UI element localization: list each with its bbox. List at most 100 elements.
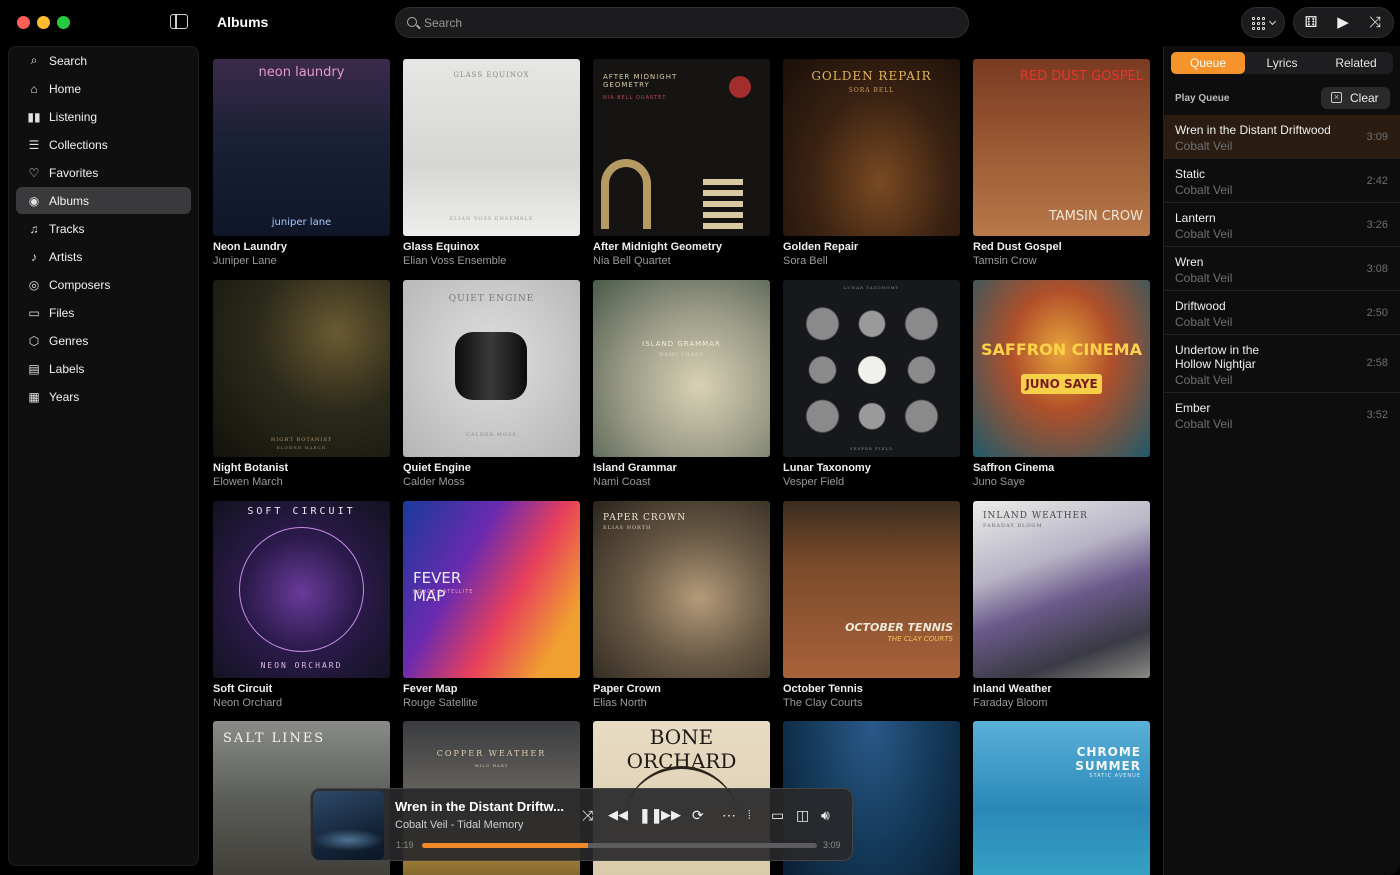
album-title: Paper Crown	[593, 683, 661, 695]
sidebar-item-label: Collections	[49, 137, 108, 152]
more-options-icon[interactable]: ⋯	[722, 807, 736, 823]
sidebar-item-years[interactable]: ▦ Years	[16, 383, 191, 410]
play-queue-label: Play Queue	[1175, 93, 1230, 104]
album-card[interactable]: QUIET ENGINE CALDER MOSS Quiet Engine Ca…	[403, 280, 580, 488]
sidebar-item-search[interactable]: ⌕ Search	[16, 47, 191, 74]
queue-item[interactable]: Driftwood Cobalt Veil 2:50	[1164, 291, 1400, 335]
album-title: Fever Map	[403, 683, 458, 695]
album-card[interactable]: SAFFRON CINEMA JUNO SAYE Saffron Cinema …	[973, 280, 1150, 488]
album-card[interactable]: PAPER CROWN ELIAS NORTH Paper Crown Elia…	[593, 501, 770, 709]
album-cover[interactable]: LUNAR TAXONOMY VESPER FIELD	[783, 280, 960, 457]
album-card[interactable]: ISLAND GRAMMAR NAMI COAST Island Grammar…	[593, 280, 770, 488]
queue-item[interactable]: Lantern Cobalt Veil 3:26	[1164, 203, 1400, 247]
tab-lyrics[interactable]: Lyrics	[1245, 52, 1319, 74]
search-input[interactable]	[424, 8, 954, 37]
now-playing-subtitle: Cobalt Veil - Tidal Memory	[395, 819, 524, 831]
album-card[interactable]: AFTER MIDNIGHT GEOMETRY NIA BELL QUARTET…	[593, 59, 770, 267]
volume-icon[interactable]: 🔊︎	[821, 807, 830, 823]
queue-item[interactable]: Wren Cobalt Veil 3:08	[1164, 247, 1400, 291]
cover-title: GLASS EQUINOX	[453, 71, 530, 79]
search-bar[interactable]	[395, 7, 969, 38]
mini-window-icon[interactable]: ▭	[771, 807, 784, 823]
album-card[interactable]: FEVER MAP ROUGE SATELLITE Fever Map Roug…	[403, 501, 580, 709]
album-card[interactable]: GLASS EQUINOX ELIAN VOSS ENSEMBLE Glass …	[403, 59, 580, 267]
album-card[interactable]: NIGHT BOTANIST ELOWEN MARCH Night Botani…	[213, 280, 390, 488]
album-cover[interactable]: NIGHT BOTANIST ELOWEN MARCH	[213, 280, 390, 457]
album-card[interactable]: OCTOBER TENNIS THE CLAY COURTS October T…	[783, 501, 960, 709]
waveform-icon[interactable]: ⦙	[748, 807, 751, 823]
sidebar-item-label: Albums	[49, 193, 90, 208]
album-cover[interactable]: INLAND WEATHER FARADAY BLOOM	[973, 501, 1150, 678]
minimize-window-button[interactable]	[37, 16, 50, 29]
sidebar-item-listening[interactable]: ▮▮ Listening	[16, 103, 191, 130]
grid-view-icon	[1252, 17, 1265, 30]
heart-icon: ♡	[28, 165, 40, 180]
sidebar-item-tracks[interactable]: ♫ Tracks	[16, 215, 191, 242]
album-cover[interactable]: PAPER CROWN ELIAS NORTH	[593, 501, 770, 678]
album-cover[interactable]: CHROME SUMMER STATIC AVENUE	[973, 721, 1150, 875]
album-card[interactable]: CHROME SUMMER STATIC AVENUE	[973, 721, 1150, 875]
music-note-icon: ♫	[29, 221, 39, 236]
pause-icon[interactable]: ❚❚	[639, 807, 662, 823]
album-cover[interactable]: AFTER MIDNIGHT GEOMETRY NIA BELL QUARTET	[593, 59, 770, 236]
play-icon[interactable]: ▶	[1333, 14, 1353, 32]
album-cover[interactable]: SOFT CIRCUIT NEON ORCHARD	[213, 501, 390, 678]
album-cover[interactable]: FEVER MAP ROUGE SATELLITE	[403, 501, 580, 678]
album-artist: Juniper Lane	[213, 255, 277, 267]
queue-item[interactable]: Ember Cobalt Veil 3:52	[1164, 393, 1400, 437]
sidebar-item-composers[interactable]: ◎ Composers	[16, 271, 191, 298]
progress-bar[interactable]	[422, 843, 817, 848]
album-cover[interactable]: OCTOBER TENNIS THE CLAY COURTS	[783, 501, 960, 678]
shuffle-icon[interactable]: ⤨	[582, 807, 593, 823]
sidebar-item-home[interactable]: ⌂ Home	[16, 75, 191, 102]
queue-item[interactable]: Static Cobalt Veil 2:42	[1164, 159, 1400, 203]
shuffle-icon[interactable]: ⤨	[1365, 14, 1385, 32]
album-cover[interactable]: ISLAND GRAMMAR NAMI COAST	[593, 280, 770, 457]
album-cover[interactable]: neon laundry juniper lane	[213, 59, 390, 236]
cover-title: GOLDEN REPAIR	[811, 69, 932, 83]
clear-queue-button[interactable]: × Clear	[1321, 87, 1390, 109]
queue-item[interactable]: Wren in the Distant Driftwood Cobalt Vei…	[1164, 115, 1400, 159]
zoom-window-button[interactable]	[57, 16, 70, 29]
sidebar-item-label: Artists	[49, 249, 83, 264]
next-track-icon[interactable]: ▶▶	[661, 807, 681, 823]
sidebar-toggle-icon[interactable]	[170, 14, 188, 29]
album-title: Glass Equinox	[403, 241, 480, 253]
sidebar-item-favorites[interactable]: ♡ Favorites	[16, 159, 191, 186]
album-card[interactable]: INLAND WEATHER FARADAY BLOOM Inland Weat…	[973, 501, 1150, 709]
view-mode-button[interactable]	[1241, 7, 1285, 38]
sidebar-item-collections[interactable]: ☰ Collections	[16, 131, 191, 158]
album-card[interactable]: LUNAR TAXONOMY VESPER FIELD Lunar Taxono…	[783, 280, 960, 488]
sidebar-item-label: Years	[49, 389, 80, 404]
search-icon	[407, 17, 417, 27]
now-playing-artwork[interactable]	[313, 791, 384, 860]
sidebar-item-albums[interactable]: ◉ Albums	[16, 187, 191, 214]
album-cover[interactable]: GLASS EQUINOX ELIAN VOSS ENSEMBLE	[403, 59, 580, 236]
tab-queue[interactable]: Queue	[1171, 52, 1245, 74]
album-cover[interactable]: GOLDEN REPAIR SORA BELL	[783, 59, 960, 236]
sidebar-panel-icon[interactable]: ◫	[796, 807, 809, 823]
album-cover[interactable]: RED DUST GOSPEL TAMSIN CROW	[973, 59, 1150, 236]
sidebar-item-files[interactable]: ▭ Files	[16, 299, 191, 326]
sidebar-item-labels[interactable]: ▤ Labels	[16, 355, 191, 382]
album-card[interactable]: SOFT CIRCUIT NEON ORCHARD Soft Circuit N…	[213, 501, 390, 709]
album-cover[interactable]: QUIET ENGINE CALDER MOSS	[403, 280, 580, 457]
sidebar-item-genres[interactable]: ⬡ Genres	[16, 327, 191, 354]
cover-title: SALT LINES	[223, 731, 326, 746]
queue-item-artist: Cobalt Veil	[1175, 417, 1233, 431]
close-window-button[interactable]	[17, 16, 30, 29]
sidebar-item-artists[interactable]: ♪ Artists	[16, 243, 191, 270]
tab-related[interactable]: Related	[1319, 52, 1393, 74]
repeat-icon[interactable]: ⟳	[692, 807, 704, 823]
label-icon: ▤	[28, 361, 40, 376]
cover-subtitle: SORA BELL	[848, 87, 895, 94]
album-cover[interactable]: SAFFRON CINEMA JUNO SAYE	[973, 280, 1150, 457]
home-icon: ⌂	[30, 81, 38, 96]
album-card[interactable]: GOLDEN REPAIR SORA BELL Golden Repair So…	[783, 59, 960, 267]
album-card[interactable]: neon laundry juniper lane Neon Laundry J…	[213, 59, 390, 267]
album-card[interactable]: RED DUST GOSPEL TAMSIN CROW Red Dust Gos…	[973, 59, 1150, 267]
dice-icon[interactable]: ⚅	[1301, 14, 1321, 32]
previous-track-icon[interactable]: ◀◀	[608, 807, 628, 823]
album-title: October Tennis	[783, 683, 863, 695]
queue-item[interactable]: Undertow in the Hollow Nightjar Cobalt V…	[1164, 335, 1400, 393]
